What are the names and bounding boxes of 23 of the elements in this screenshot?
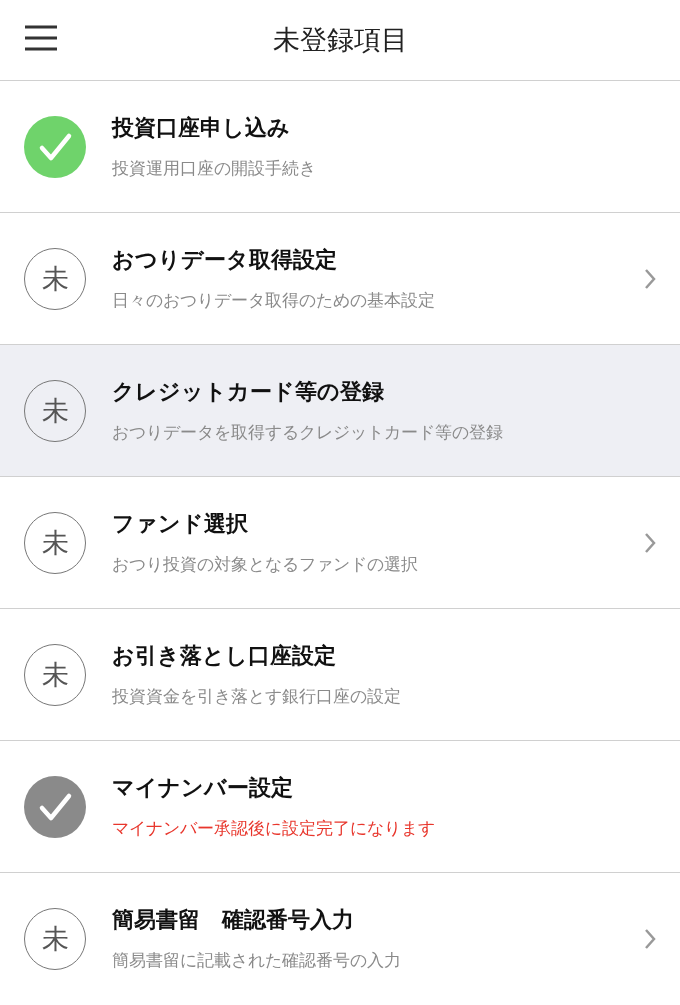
list-row[interactable]: 未 ファンド選択 おつり投資の対象となるファンドの選択	[0, 477, 680, 608]
item-title: 投資口座申し込み	[112, 114, 291, 142]
list-row[interactable]: マイナンバー設定 マイナンバー承認後に設定完了になります	[0, 741, 680, 872]
item-title: クレジットカード等の登録	[112, 378, 385, 406]
list-row[interactable]: 未 おつりデータ取得設定 日々のおつりデータ取得のための基本設定	[0, 213, 680, 344]
item-title: おつりデータ取得設定	[112, 246, 338, 274]
item-title: お引き落とし口座設定	[112, 642, 337, 670]
item-description: 簡易書留に記載された確認番号の入力	[112, 949, 402, 972]
item-description: 日々のおつりデータ取得のための基本設定	[112, 289, 436, 312]
item-description: おつりデータを取得するクレジットカード等の登録	[112, 421, 504, 444]
page-title: 未登録項目	[272, 23, 408, 57]
item-title: マイナンバー設定	[112, 774, 294, 802]
item-description: 投資運用口座の開設手続き	[112, 157, 317, 180]
item-title: 簡易書留 確認番号入力	[112, 906, 355, 934]
list-row[interactable]: 投資口座申し込み 投資運用口座の開設手続き	[0, 81, 680, 212]
list-row[interactable]: 未 お引き落とし口座設定 投資資金を引き落とす銀行口座の設定	[0, 609, 680, 740]
item-title: ファンド選択	[112, 510, 249, 538]
warning-text: マイナンバー承認後に設定完了になります	[112, 817, 436, 840]
item-description: 投資資金を引き落とす銀行口座の設定	[112, 685, 402, 708]
list-row[interactable]: 未 クレジットカード等の登録 おつりデータを取得するクレジットカード等の登録	[0, 345, 680, 476]
menu-icon[interactable]	[24, 25, 58, 51]
list-row[interactable]: 未 簡易書留 確認番号入力 簡易書留に記載された確認番号の入力	[0, 873, 680, 1004]
item-description: おつり投資の対象となるファンドの選択	[112, 553, 419, 576]
